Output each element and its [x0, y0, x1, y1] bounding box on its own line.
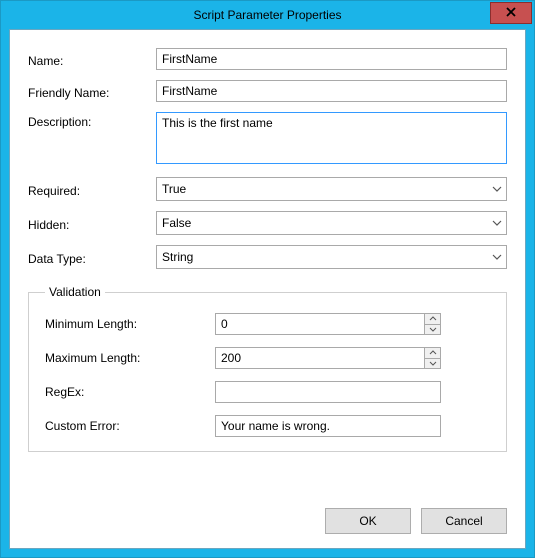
max-length-label: Maximum Length: [45, 351, 215, 365]
friendly-name-input[interactable] [156, 80, 507, 102]
required-value: True [162, 182, 186, 196]
spin-up-icon[interactable] [425, 314, 440, 325]
data-type-label: Data Type: [28, 249, 156, 266]
cancel-button[interactable]: Cancel [421, 508, 507, 534]
min-length-label: Minimum Length: [45, 317, 215, 331]
dialog-window: Script Parameter Properties Name: Friend… [0, 0, 535, 558]
spin-down-icon[interactable] [425, 359, 440, 369]
chevron-down-icon [492, 186, 502, 192]
required-select[interactable]: True [156, 177, 507, 201]
hidden-select[interactable]: False [156, 211, 507, 235]
hidden-label: Hidden: [28, 215, 156, 232]
data-type-value: String [162, 250, 193, 264]
titlebar: Script Parameter Properties [1, 1, 534, 29]
max-length-stepper[interactable] [215, 347, 441, 369]
spin-up-icon[interactable] [425, 348, 440, 359]
regex-label: RegEx: [45, 385, 215, 399]
required-label: Required: [28, 181, 156, 198]
ok-button[interactable]: OK [325, 508, 411, 534]
validation-legend: Validation [45, 285, 105, 299]
dialog-footer: OK Cancel [28, 492, 507, 534]
description-label: Description: [28, 112, 156, 129]
custom-error-label: Custom Error: [45, 419, 215, 433]
name-label: Name: [28, 51, 156, 68]
validation-group: Validation Minimum Length: Maximum Lengt… [28, 285, 507, 452]
spin-down-icon[interactable] [425, 325, 440, 335]
min-length-stepper[interactable] [215, 313, 441, 335]
hidden-value: False [162, 216, 191, 230]
chevron-down-icon [492, 254, 502, 260]
max-length-input[interactable] [215, 347, 424, 369]
close-icon [506, 6, 516, 20]
description-textarea[interactable]: <!--js fills--> [156, 112, 507, 164]
custom-error-input[interactable] [215, 415, 441, 437]
regex-input[interactable] [215, 381, 441, 403]
window-title: Script Parameter Properties [193, 8, 341, 22]
client-area: Name: Friendly Name: Description: <!--js… [9, 29, 526, 549]
chevron-down-icon [492, 220, 502, 226]
name-input[interactable] [156, 48, 507, 70]
data-type-select[interactable]: String [156, 245, 507, 269]
min-length-input[interactable] [215, 313, 424, 335]
close-button[interactable] [490, 2, 532, 24]
friendly-name-label: Friendly Name: [28, 83, 156, 100]
